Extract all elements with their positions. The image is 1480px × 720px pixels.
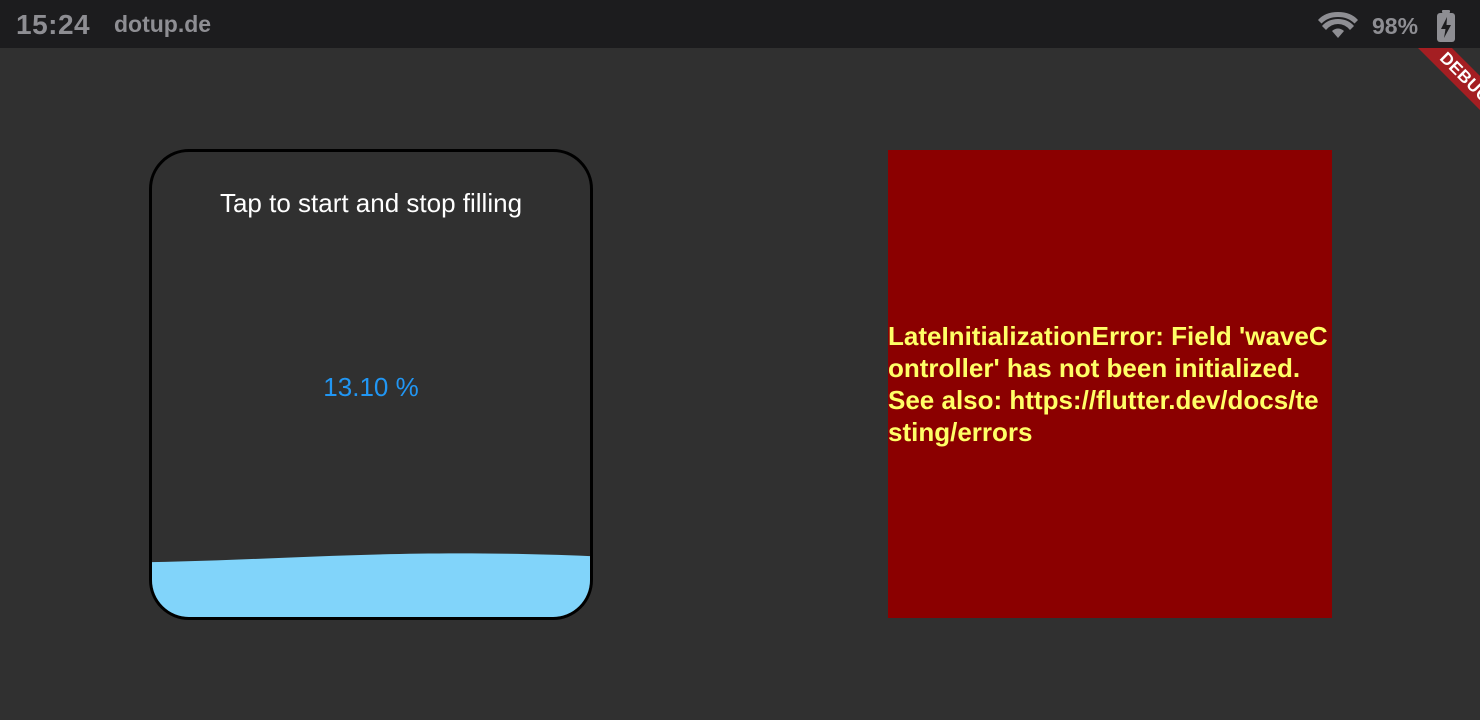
app-screen: 15:24 dotup.de 98% DEBUG Tap to start an… <box>0 0 1480 720</box>
fill-instructions: Tap to start and stop filling <box>219 188 523 218</box>
status-host: dotup.de <box>114 11 212 37</box>
battery-charging-icon <box>1437 10 1455 42</box>
status-bar: 15:24 dotup.de 98% <box>0 0 1480 48</box>
wifi-icon <box>1318 12 1358 38</box>
status-time: 15:24 <box>16 9 91 40</box>
fill-percent-label: 13.10 % <box>323 372 419 402</box>
fill-card[interactable]: Tap to start and stop filling 13.10 % <box>149 149 593 620</box>
error-box: LateInitializationError: Field 'waveCont… <box>888 150 1332 618</box>
battery-percent: 98% <box>1372 13 1419 39</box>
debug-banner-label: DEBUG <box>1403 48 1480 128</box>
debug-banner: DEBUG <box>1400 48 1480 128</box>
error-message: LateInitializationError: Field 'waveCont… <box>888 321 1328 447</box>
